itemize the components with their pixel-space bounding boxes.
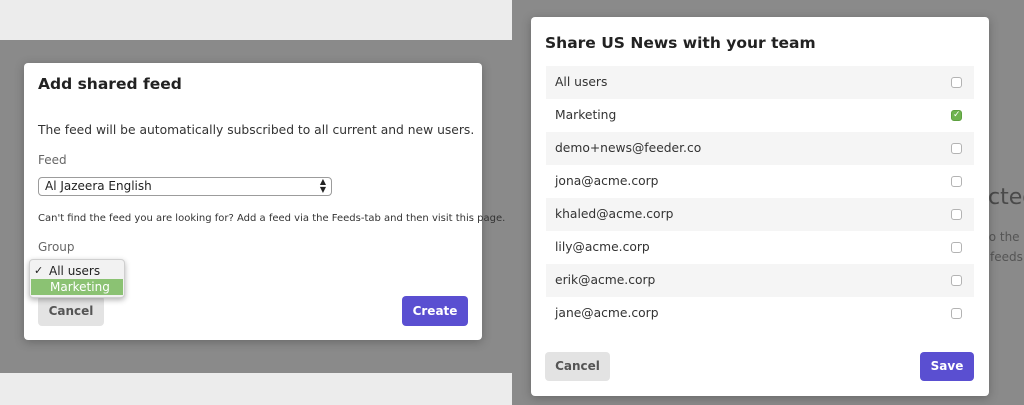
user-list: All users Marketing ✓ demo+news@feeder.c…: [546, 66, 974, 330]
create-button[interactable]: Create: [402, 296, 468, 326]
list-item-label: All users: [555, 75, 608, 89]
list-item-label: demo+news@feeder.co: [555, 141, 702, 155]
up-down-arrows-icon: ▲ ▼: [319, 177, 326, 194]
checkbox[interactable]: [951, 176, 962, 187]
background-heading-fragment: cted: [988, 185, 1024, 210]
checkbox[interactable]: [951, 242, 962, 253]
group-dropdown-menu: ✓ All users Marketing: [29, 259, 125, 298]
help-text: Can't find the feed you are looking for?…: [38, 213, 506, 224]
checkbox[interactable]: [951, 77, 962, 88]
list-item[interactable]: erik@acme.corp: [546, 264, 974, 297]
list-item-label: Marketing: [555, 108, 617, 122]
list-item[interactable]: jane@acme.corp: [546, 297, 974, 330]
background-text-fragment: feeds: [990, 250, 1023, 264]
checkbox[interactable]: [951, 143, 962, 154]
list-item[interactable]: jona@acme.corp: [546, 165, 974, 198]
add-shared-feed-modal: Add shared feed The feed will be automat…: [24, 63, 505, 340]
checkbox[interactable]: ✓: [951, 110, 962, 121]
list-item[interactable]: Marketing ✓: [546, 99, 974, 132]
feed-select[interactable]: Al Jazeera English ▲ ▼: [38, 177, 332, 196]
list-item[interactable]: demo+news@feeder.co: [546, 132, 974, 165]
cancel-button[interactable]: Cancel: [545, 352, 610, 381]
group-option-all-users[interactable]: ✓ All users: [30, 263, 124, 279]
background-text-fragment: to the: [984, 230, 1020, 244]
feed-select-value: Al Jazeera English: [45, 179, 152, 193]
list-item-label: lily@acme.corp: [555, 240, 650, 254]
left-pane: Add shared feed The feed will be automat…: [0, 0, 512, 405]
checkbox[interactable]: [951, 209, 962, 220]
list-item-label: erik@acme.corp: [555, 273, 656, 287]
right-pane: cted to the feeds Share US News with you…: [512, 0, 1024, 405]
checkbox[interactable]: [951, 275, 962, 286]
list-item[interactable]: All users: [546, 66, 974, 99]
group-label: Group: [38, 240, 75, 254]
list-item-label: jane@acme.corp: [555, 306, 659, 320]
save-button[interactable]: Save: [920, 352, 974, 381]
cancel-button[interactable]: Cancel: [38, 296, 104, 326]
checkmark-icon: ✓: [34, 264, 44, 277]
list-item-label: khaled@acme.corp: [555, 207, 674, 221]
group-option-label: All users: [49, 264, 101, 278]
intro-text: The feed will be automatically subscribe…: [38, 123, 475, 137]
list-item-label: jona@acme.corp: [555, 174, 659, 188]
checkmark-icon: ✓: [953, 110, 961, 120]
checkbox[interactable]: [951, 308, 962, 319]
share-feed-modal: Share US News with your team All users M…: [531, 17, 989, 396]
feed-label: Feed: [38, 153, 67, 167]
modal-title: Add shared feed: [38, 75, 182, 93]
list-item[interactable]: lily@acme.corp: [546, 231, 974, 264]
list-item[interactable]: khaled@acme.corp: [546, 198, 974, 231]
modal-title: Share US News with your team: [545, 34, 816, 52]
group-option-label: Marketing: [50, 280, 110, 294]
group-option-marketing[interactable]: Marketing: [31, 279, 123, 295]
